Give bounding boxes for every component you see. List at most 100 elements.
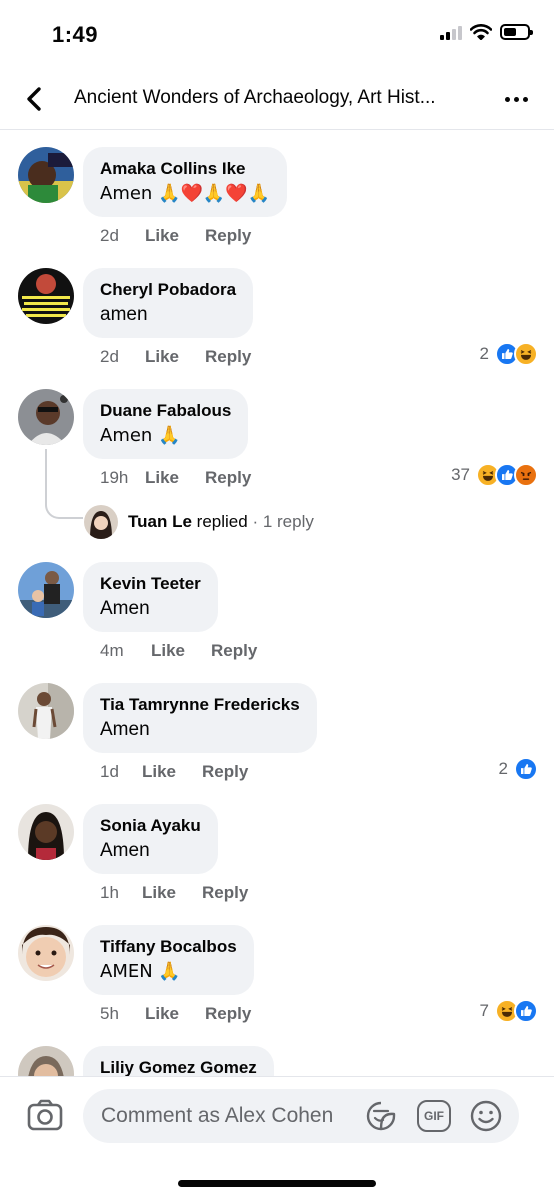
comment-time[interactable]: 2d	[100, 347, 145, 367]
comment-time[interactable]: 4m	[100, 641, 151, 661]
like-button[interactable]: Like	[142, 762, 202, 782]
camera-button[interactable]	[26, 1097, 64, 1133]
comment-author[interactable]: Duane Fabalous	[100, 400, 231, 421]
comment-bubble[interactable]: Sonia Ayaku Amen	[83, 804, 218, 874]
like-reaction-icon	[514, 757, 538, 781]
comment-actions: 1h Like Reply	[100, 883, 248, 903]
comment-actions: 5h Like Reply	[100, 1004, 251, 1024]
comment-bubble[interactable]: Liliy Gomez Gomez	[83, 1046, 274, 1077]
comment-actions: 2d Like Reply	[100, 226, 251, 246]
comment-actions: 19h Like Reply	[100, 468, 251, 488]
avatar[interactable]	[18, 1046, 74, 1077]
comment-time[interactable]: 1d	[100, 762, 142, 782]
comment-author[interactable]: Liliy Gomez Gomez	[100, 1057, 257, 1077]
nav-bar: Ancient Wonders of Archaeology, Art Hist…	[0, 70, 554, 130]
avatar[interactable]	[18, 562, 74, 618]
comment-text: amen	[100, 304, 148, 325]
comment-time[interactable]: 2d	[100, 226, 145, 246]
comment-input[interactable]: Comment as Alex Cohen GIF	[83, 1089, 519, 1143]
comment-actions: 1d Like Reply	[100, 762, 248, 782]
sticker-icon	[366, 1101, 396, 1131]
chevron-left-icon	[27, 87, 41, 111]
comment-bubble[interactable]: Amaka Collins Ike Amen 🙏❤️🙏❤️🙏	[83, 147, 288, 217]
reaction-summary[interactable]: 7	[480, 999, 538, 1023]
comment-author[interactable]: Cheryl Pobadora	[100, 279, 236, 300]
reaction-count: 7	[479, 1001, 489, 1020]
comment-author[interactable]: Tia Tamrynne Fredericks	[100, 694, 300, 715]
reaction-summary[interactable]: 2	[499, 757, 538, 781]
avatar[interactable]	[18, 683, 74, 739]
reaction-summary[interactable]: 2	[480, 342, 538, 366]
comment-bubble[interactable]: Duane Fabalous Amen 🙏	[83, 389, 249, 459]
like-button[interactable]: Like	[145, 468, 205, 488]
comment-placeholder: Comment as Alex Cohen	[101, 1104, 334, 1127]
reply-button[interactable]: Reply	[205, 468, 251, 488]
status-bar: 1:49	[0, 0, 554, 70]
reply-button[interactable]: Reply	[205, 347, 251, 367]
reply-button[interactable]: Reply	[211, 641, 257, 661]
camera-icon	[27, 1099, 63, 1131]
like-button[interactable]: Like	[151, 641, 211, 661]
comment-text: Amen	[100, 719, 150, 740]
reply-author: Tuan Le	[128, 512, 192, 531]
like-button[interactable]: Like	[145, 1004, 205, 1024]
avatar[interactable]	[18, 268, 74, 324]
reply-button[interactable]: Reply	[205, 226, 251, 246]
view-replies-link[interactable]: Tuan Le replied · 1 reply	[84, 505, 314, 539]
comment-list: Amaka Collins Ike Amen 🙏❤️🙏❤️🙏 2d Like R…	[0, 131, 554, 1077]
avatar[interactable]	[18, 147, 74, 203]
comment-text: Amen 🙏	[100, 425, 181, 446]
back-button[interactable]	[18, 82, 50, 116]
comment-actions: 4m Like Reply	[100, 641, 257, 661]
emoji-button[interactable]	[469, 1099, 503, 1133]
reaction-count: 37	[451, 465, 470, 484]
like-button[interactable]: Like	[145, 347, 205, 367]
reply-button[interactable]: Reply	[202, 883, 248, 903]
comment-time[interactable]: 19h	[100, 468, 145, 488]
page-title: Ancient Wonders of Archaeology, Art Hist…	[74, 87, 436, 108]
comment-time[interactable]: 1h	[100, 883, 142, 903]
gif-button[interactable]: GIF	[417, 1100, 451, 1132]
avatar[interactable]	[18, 925, 74, 981]
angry-reaction-icon	[514, 463, 538, 487]
avatar[interactable]	[18, 389, 74, 445]
comment-text: Amen	[100, 840, 150, 861]
comment-bubble[interactable]: Tia Tamrynne Fredericks Amen	[83, 683, 317, 753]
comment-time[interactable]: 5h	[100, 1004, 145, 1024]
comment-actions: 2d Like Reply	[100, 347, 251, 367]
wifi-icon	[470, 24, 492, 40]
reaction-count: 2	[498, 759, 508, 778]
reaction-summary[interactable]: 37	[451, 463, 538, 487]
like-button[interactable]: Like	[145, 226, 205, 246]
more-dots-icon	[504, 96, 510, 102]
comment-text: Amen	[100, 598, 150, 619]
haha-reaction-icon	[514, 342, 538, 366]
sticker-button[interactable]	[365, 1100, 397, 1132]
reaction-count: 2	[479, 344, 489, 363]
home-indicator[interactable]	[178, 1180, 376, 1187]
comment-author[interactable]: Amaka Collins Ike	[100, 158, 270, 179]
like-button[interactable]: Like	[142, 883, 202, 903]
thread-connector	[45, 449, 83, 519]
comment-author[interactable]: Tiffany Bocalbos	[100, 936, 237, 957]
like-reaction-icon	[514, 999, 538, 1023]
reply-verb: replied	[196, 512, 248, 531]
avatar	[84, 505, 118, 539]
comment-composer: Comment as Alex Cohen GIF	[0, 1076, 554, 1166]
status-time: 1:49	[52, 22, 99, 47]
comment-bubble[interactable]: Kevin Teeter Amen	[83, 562, 218, 632]
comment-author[interactable]: Sonia Ayaku	[100, 815, 201, 836]
comment-author[interactable]: Kevin Teeter	[100, 573, 201, 594]
smiley-icon	[470, 1100, 502, 1132]
comment-bubble[interactable]: Tiffany Bocalbos AMEN 🙏	[83, 925, 254, 995]
cellular-signal-icon	[440, 24, 462, 40]
reply-button[interactable]: Reply	[205, 1004, 251, 1024]
comment-text: Amen 🙏❤️🙏❤️🙏	[100, 183, 271, 204]
avatar[interactable]	[18, 804, 74, 860]
more-options-button[interactable]	[500, 84, 532, 114]
comment-bubble[interactable]: Cheryl Pobadora amen	[83, 268, 254, 338]
comment-text: AMEN 🙏	[100, 961, 181, 982]
reply-count: · 1 reply	[252, 512, 314, 531]
status-icons	[440, 24, 533, 40]
reply-button[interactable]: Reply	[202, 762, 248, 782]
